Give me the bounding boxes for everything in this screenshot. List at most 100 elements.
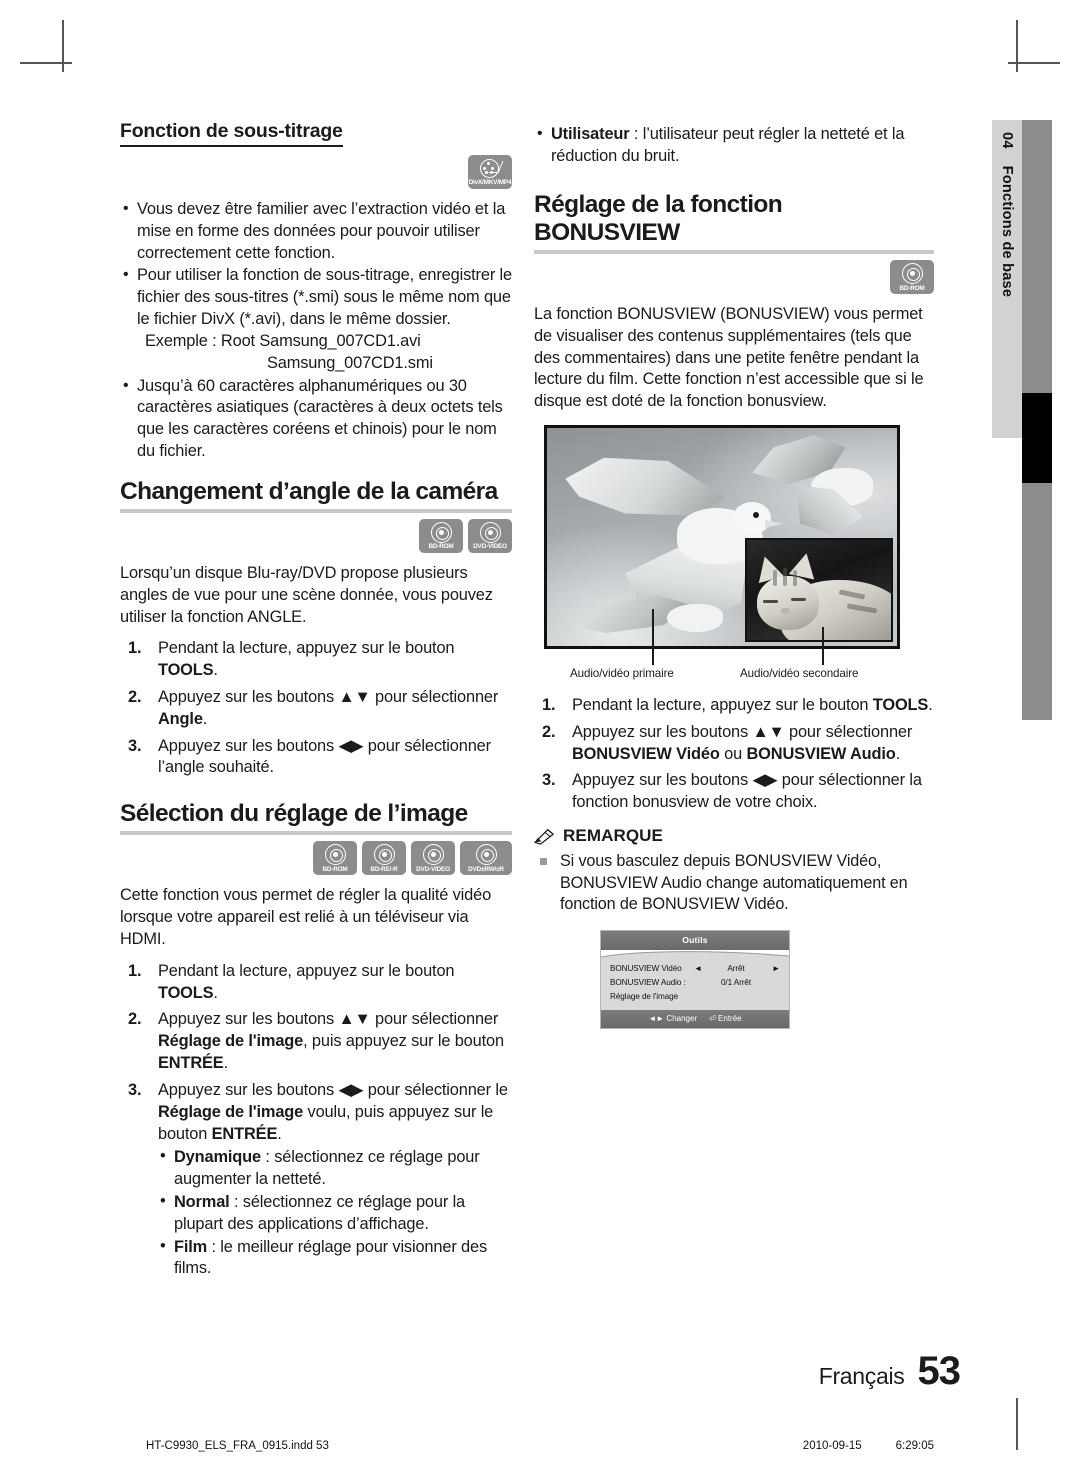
step-text-post: .: [928, 696, 933, 715]
step-text-post: .: [202, 709, 208, 728]
bonusview-intro-text: La fonction BONUSVIEW (BONUSVIEW) vous p…: [534, 304, 924, 411]
step-text: Pendant la lecture, appuyez sur le bouto…: [158, 961, 455, 980]
osd-footer: ◄► Changer ⏎ Entrée: [601, 1009, 789, 1028]
example-line-1: Exemple : Root Samsung_007CD1.avi: [145, 331, 421, 350]
print-file-name: HT-C9930_ELS_FRA_0915.indd 53: [146, 1440, 329, 1452]
osd-rows: BONUSVIEW Vidéo ◄ Arrêt ► BONUSVIEW Audi…: [601, 960, 789, 1010]
list-item: 2. Appuyez sur les boutons ▲▼ pour sélec…: [534, 722, 934, 766]
step-number: 1.: [128, 961, 142, 980]
step-number: 1.: [542, 696, 556, 715]
badge-label: BD-ROM: [899, 284, 925, 292]
mode-name: Film: [174, 1237, 208, 1256]
page-content: Fonction de sous-titrage DivX/MKV/MP4 Vo…: [120, 120, 960, 1380]
badge-row-divx: DivX/MKV/MP4: [120, 155, 512, 189]
page-number: 53: [917, 1349, 961, 1393]
step-number: 3.: [128, 1080, 142, 1099]
cat-stripe: [773, 570, 777, 587]
note-header: REMARQUE: [534, 826, 934, 846]
tv-screen-image: [544, 425, 900, 650]
caption-primary: Audio/vidéo primaire: [570, 667, 674, 681]
osd-arrow-left-icon[interactable]: ◄: [694, 964, 704, 973]
badge-label: BD-ROM: [322, 865, 348, 873]
osd-title: Outils: [601, 930, 789, 950]
picture-steps-list: 1. Pendant la lecture, appuyez sur le bo…: [120, 961, 512, 1280]
step-number: 2.: [542, 722, 556, 741]
leader-line-secondary: [822, 627, 824, 666]
heading-selection-reglage-image: Sélection du réglage de l’image: [120, 800, 468, 828]
note-title: REMARQUE: [563, 826, 663, 846]
step-text: Appuyez sur les boutons ▲▼ pour sélectio…: [572, 722, 913, 741]
chapter-side-tab-label: 04 Fonctions de base: [999, 132, 1015, 297]
print-date: 2010-09-15: [802, 1440, 862, 1452]
list-item: Normal : sélectionnez ce réglage pour la…: [158, 1191, 512, 1236]
step-bold: TOOLS: [872, 696, 929, 715]
badge-label: BD-RE/-R: [370, 865, 398, 873]
step-text-post: .: [895, 744, 901, 763]
heading-rule: [534, 249, 934, 254]
step-number: 3.: [542, 771, 556, 790]
bonusview-illustration: Audio/vidéo primaire Audio/vidéo seconda…: [534, 425, 934, 689]
list-item: 2. Appuyez sur les boutons ▲▼ pour sélec…: [120, 687, 512, 731]
step-text: Appuyez sur les boutons ▲▼ pour sélectio…: [158, 1010, 499, 1029]
badge-label: DVD-VIDEO: [473, 543, 507, 551]
list-item: Film : le meilleur réglage pour visionne…: [158, 1236, 512, 1281]
step-text: Pendant la lecture, appuyez sur le bouto…: [158, 639, 455, 658]
step-text-post: .: [277, 1124, 282, 1143]
list-item: 1. Pendant la lecture, appuyez sur le bo…: [120, 961, 512, 1005]
pencil-icon: [534, 828, 555, 845]
crop-mark-top-right-horizontal: [1008, 62, 1060, 64]
bd-rom-icon: BD-ROM: [419, 518, 463, 553]
badge-row-picture: BD-ROM BD-RE/-R DVD-VIDEO DVD±RW/±R: [120, 841, 512, 876]
step-text-post: .: [213, 983, 218, 1002]
heading-reglage-bonusview: Réglage de la fonction BONUSVIEW: [534, 190, 783, 246]
badge-label: BD-ROM: [428, 543, 454, 551]
heading-fonction-sous-titrage: Fonction de sous-titrage: [120, 120, 343, 147]
seagull-secondary: [749, 434, 889, 544]
bd-re-r-icon: BD-RE/-R: [362, 841, 406, 876]
osd-footer-enter: ⏎ Entrée: [709, 1013, 742, 1023]
chapter-side-tab: 04 Fonctions de base: [992, 120, 1022, 438]
cat-stripe: [793, 570, 797, 587]
osd-row-value: 0/1 Arrêt: [720, 978, 752, 988]
osd-row-label: BONUSVIEW Vidéo: [610, 964, 682, 974]
heading-changement-angle: Changement d’angle de la caméra: [120, 477, 498, 505]
dvd-video-icon: DVD-VIDEO: [411, 841, 455, 876]
crop-mark-top-left-vertical: [62, 20, 64, 72]
list-item: 2. Appuyez sur les boutons ▲▼ pour sélec…: [120, 1009, 512, 1074]
list-item: Dynamique : sélectionnez ce réglage pour…: [158, 1146, 512, 1191]
chapter-index-bar: [1022, 120, 1052, 720]
print-footer: HT-C9930_ELS_FRA_0915.indd 53 2010-09-15…: [0, 1440, 1080, 1452]
osd-row-bonusview-video[interactable]: BONUSVIEW Vidéo ◄ Arrêt ►: [610, 962, 780, 976]
angle-intro-text: Lorsqu’un disque Blu-ray/DVD propose plu…: [120, 563, 493, 626]
step-number: 3.: [128, 736, 142, 755]
angle-steps-list: 1. Pendant la lecture, appuyez sur le bo…: [120, 638, 512, 779]
list-item: Vous devez être familier avec l’extracti…: [120, 198, 512, 264]
leader-line-primary: [652, 609, 654, 666]
mode-desc: : le meilleur réglage pour visionner des…: [174, 1237, 488, 1278]
list-item: Jusqu’à 60 caractères alphanumériques ou…: [120, 374, 512, 463]
divx-badge-label: DivX/MKV/MP4: [468, 178, 512, 186]
list-item: 1. Pendant la lecture, appuyez sur le bo…: [534, 695, 934, 717]
heading-rule: [120, 508, 512, 513]
seagull-tertiary: [575, 586, 745, 642]
print-time: 6:29:05: [895, 1440, 934, 1452]
step-bold: Angle: [158, 709, 203, 728]
badge-label: DVD-VIDEO: [416, 865, 450, 873]
mode-name: Dynamique: [174, 1148, 261, 1167]
step-bold-2: ENTRÉE: [211, 1124, 278, 1143]
osd-row-bonusview-audio[interactable]: BONUSVIEW Audio : 0/1 Arrêt: [610, 976, 780, 990]
mode-name: Normal: [174, 1192, 230, 1211]
osd-tools-menu: Outils BONUSVIEW Vidéo ◄ Arrêt ► BONUSVI…: [600, 929, 790, 1029]
cat-nose: [781, 608, 790, 615]
osd-arrow-right-icon[interactable]: ►: [768, 964, 780, 973]
osd-row-reglage-image[interactable]: Réglage de l'image: [610, 990, 780, 1004]
chapter-title: Fonctions de base: [999, 165, 1015, 298]
step-bold-2: BONUSVIEW Audio: [746, 744, 896, 763]
list-item: Utilisateur : l’utilisateur peut régler …: [534, 123, 934, 168]
step-bold-2: ENTRÉE: [158, 1054, 224, 1073]
osd-row-label: Réglage de l'image: [610, 992, 679, 1002]
list-item: Pour utiliser la fonction de sous-titrag…: [120, 264, 512, 374]
badge-row-bonusview: BD-ROM: [534, 259, 934, 294]
mode-name: Utilisateur: [551, 125, 630, 143]
step-bold: TOOLS: [158, 983, 214, 1002]
